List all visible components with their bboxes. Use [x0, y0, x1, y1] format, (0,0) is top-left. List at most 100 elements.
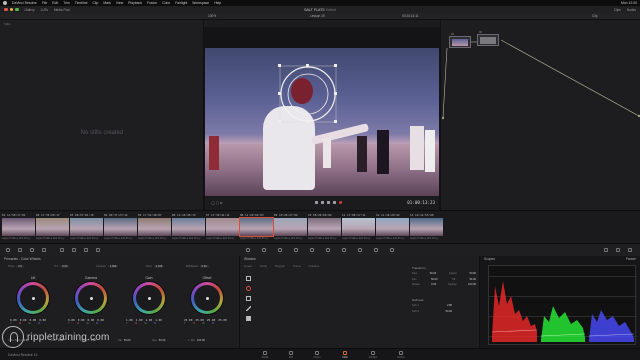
deliver-page-button[interactable]: Deliver: [392, 351, 410, 360]
menu-trim[interactable]: Trim: [63, 1, 70, 5]
node-01[interactable]: 01: [449, 32, 471, 48]
polygon-window-icon[interactable]: [246, 296, 251, 301]
menu-help[interactable]: Help: [214, 1, 221, 5]
palette-icon[interactable]: [342, 248, 346, 252]
menu-timeline[interactable]: Timeline: [75, 1, 88, 5]
clip-thumbnail[interactable]: 10 08:20:06:04 Apple ProRes 422 Proxy: [308, 213, 342, 243]
palette-icon[interactable]: [60, 248, 64, 252]
gallery-button[interactable]: Gallery: [25, 8, 35, 12]
menu-fairlight[interactable]: Fairlight: [175, 1, 187, 5]
offset-color-wheel[interactable]: [191, 282, 223, 314]
media-pool-button[interactable]: Media Pool: [54, 8, 70, 12]
stop-icon[interactable]: [321, 201, 324, 204]
play-icon[interactable]: [327, 201, 330, 204]
palette-icon[interactable]: [42, 248, 46, 252]
palette-icon[interactable]: [278, 248, 282, 252]
nodes-button[interactable]: Nodes: [627, 8, 636, 12]
close-window-icon[interactable]: [4, 7, 8, 12]
gain-color-wheel[interactable]: [133, 282, 165, 314]
gradient-tab[interactable]: Gradient: [309, 264, 320, 268]
palette-icon[interactable]: [6, 248, 10, 252]
circle-window-icon[interactable]: [246, 286, 251, 291]
gamma-b-value[interactable]: 0.00: [97, 318, 104, 322]
rotate-value[interactable]: 0.00: [431, 283, 436, 289]
palette-icon[interactable]: [326, 248, 330, 252]
power-window-overlay[interactable]: [205, 48, 439, 196]
hue-value[interactable]: 50.00: [159, 339, 166, 342]
gain-b-value[interactable]: 1.00: [155, 318, 162, 322]
clip-thumbnail[interactable]: 02 17:34:26:17 Apple ProRes 422 Proxy: [36, 213, 70, 243]
palette-icon[interactable]: [604, 248, 608, 252]
palette-icon[interactable]: [628, 248, 632, 252]
lift-color-wheel[interactable]: [17, 282, 49, 314]
apple-icon[interactable]: [3, 1, 7, 5]
skip-forward-icon[interactable]: [333, 201, 336, 204]
menu-file[interactable]: File: [42, 1, 47, 5]
loop-playback-icon[interactable]: [339, 201, 342, 204]
menu-view[interactable]: View: [116, 1, 123, 5]
palette-icon[interactable]: [30, 248, 34, 252]
clip-thumbnail[interactable]: 07 17:39:41:11 Apple ProRes 422 Proxy: [206, 213, 240, 243]
palette-icon[interactable]: [262, 248, 266, 252]
linear-window-icon[interactable]: [246, 276, 251, 281]
menu-fusion[interactable]: Fusion: [147, 1, 157, 5]
clip-thumbnail[interactable]: 13 10:14:55:06 Apple ProRes 422 Proxy: [410, 213, 444, 243]
linear-tab[interactable]: Linear: [244, 264, 252, 268]
menu-edit[interactable]: Edit: [52, 1, 58, 5]
circle-tab[interactable]: Circle: [260, 264, 267, 268]
clip-thumbnail[interactable]: 06 11:16:46:13 Apple ProRes 422 Proxy: [172, 213, 206, 243]
soft2-value[interactable]: 50.00: [446, 310, 453, 316]
menu-playback[interactable]: Playback: [128, 1, 142, 5]
polygon-tab[interactable]: Polygon: [275, 264, 285, 268]
clip-thumbnail[interactable]: 03 06:57:01:15 Apple ProRes 422 Proxy: [70, 213, 104, 243]
skip-back-icon[interactable]: [315, 201, 318, 204]
node-02[interactable]: 02: [477, 30, 499, 46]
menu-app-name[interactable]: DaVinci Resolve: [12, 1, 37, 5]
curve-window-icon[interactable]: [246, 306, 251, 311]
gradient-window-icon[interactable]: [246, 316, 251, 321]
lum-mix-param[interactable]: L. Mix 100.00: [188, 339, 205, 342]
lum-mix-value[interactable]: 100.00: [197, 339, 205, 342]
node-clip-label[interactable]: Clip: [592, 14, 598, 18]
luts-button[interactable]: LUTs: [41, 8, 48, 12]
palette-icon[interactable]: [96, 248, 100, 252]
palette-icon[interactable]: [18, 248, 22, 252]
opacity-value[interactable]: 100.00: [468, 283, 476, 289]
lift-b-value[interactable]: 0.00: [39, 318, 46, 322]
color-page-button[interactable]: Color: [336, 351, 354, 360]
menu-color[interactable]: Color: [162, 1, 170, 5]
palette-icon[interactable]: [84, 248, 88, 252]
palette-icon[interactable]: [310, 248, 314, 252]
menu-workspace[interactable]: Workspace: [192, 1, 209, 5]
palette-icon[interactable]: [294, 248, 298, 252]
hue-param[interactable]: Hue 50.00: [152, 339, 165, 342]
palette-icon[interactable]: [72, 248, 76, 252]
palette-icon[interactable]: [374, 248, 378, 252]
gamma-wheel-handle[interactable]: [89, 296, 93, 300]
gamma-color-wheel[interactable]: [75, 282, 107, 314]
palette-icon[interactable]: [390, 248, 394, 252]
viewer-image[interactable]: [205, 48, 439, 196]
media-page-button[interactable]: Media: [256, 351, 274, 360]
gain-wheel-handle[interactable]: [147, 296, 151, 300]
sat-param[interactable]: Sat 50.00: [118, 339, 130, 342]
zoom-window-icon[interactable]: [15, 7, 19, 12]
menu-clip[interactable]: Clip: [92, 1, 98, 5]
clips-button[interactable]: Clips: [614, 8, 621, 12]
loop-icon[interactable]: ◯ ▢ ⧉: [211, 201, 222, 205]
offset-b-value[interactable]: 25.00: [218, 318, 226, 322]
curve-tab[interactable]: Curve: [293, 264, 300, 268]
clip-thumbnail[interactable]: 05 17:52:48:07 Apple ProRes 422 Proxy: [138, 213, 172, 243]
clip-thumbnail[interactable]: 12 11:16:29:22 Apple ProRes 422 Proxy: [376, 213, 410, 243]
fairlight-page-button[interactable]: Fairlight: [364, 351, 382, 360]
viewer-zoom[interactable]: 100%: [208, 14, 216, 18]
clip-thumbnail[interactable]: 08 11:20:02:03 Apple ProRes 422 Proxy: [239, 213, 274, 243]
palette-icon[interactable]: [358, 248, 362, 252]
palette-icon[interactable]: [616, 248, 620, 252]
scope-mode-selector[interactable]: Parade: [626, 257, 636, 261]
menu-mark[interactable]: Mark: [103, 1, 111, 5]
clip-thumbnail[interactable]: 04 09:37:23:12 Apple ProRes 422 Proxy: [104, 213, 138, 243]
clip-thumbnail[interactable]: 01 11:58:17:01 Apple ProRes 422 Proxy: [2, 213, 36, 243]
palette-icon[interactable]: [246, 248, 250, 252]
clip-thumbnail[interactable]: 09 10:26:27:04 Apple ProRes 422 Proxy: [274, 213, 308, 243]
